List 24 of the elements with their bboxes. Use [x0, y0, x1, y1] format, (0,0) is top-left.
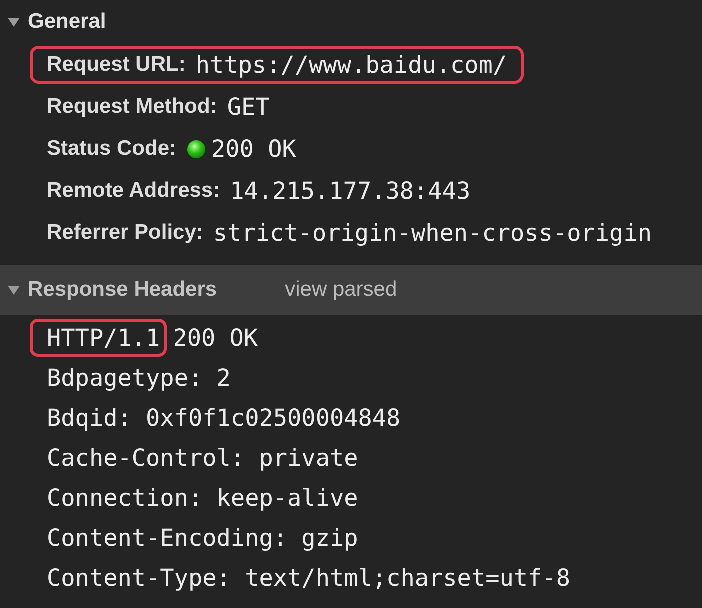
- header-line: Content-Type: text/html;charset=utf-8: [47, 564, 570, 592]
- protocol-text: HTTP/1.1: [30, 319, 168, 357]
- field-label: Status Code:: [47, 137, 177, 161]
- field-label: Request URL:: [47, 53, 186, 77]
- header-line: Cache-Control: private: [47, 444, 358, 472]
- field-value: https://www.baidu.com/: [196, 51, 508, 79]
- field-value: 14.215.177.38:443: [230, 177, 471, 205]
- section-title[interactable]: Response Headers: [28, 278, 218, 302]
- field-value: strict-origin-when-cross-origin: [213, 219, 652, 247]
- header-line: Content-Encoding: gzip: [47, 524, 358, 552]
- status-text: 200 OK: [173, 324, 258, 352]
- header-line: Connection: keep-alive: [47, 484, 358, 512]
- status-dot-icon: [186, 140, 206, 158]
- field-label: Remote Address:: [47, 179, 220, 203]
- collapse-triangle-icon[interactable]: [8, 284, 20, 296]
- view-parsed-link[interactable]: view parsed: [285, 278, 398, 302]
- header-line: Bdpagetype: 2: [47, 364, 231, 392]
- collapse-triangle-icon[interactable]: [8, 16, 20, 28]
- header-line: Bdqid: 0xf0f1c02500004848: [47, 404, 401, 432]
- field-value: 200 OK: [212, 135, 296, 163]
- field-value: GET: [227, 93, 270, 121]
- field-label: Request Method:: [47, 95, 218, 119]
- field-label: Referrer Policy:: [47, 221, 204, 245]
- section-title[interactable]: General: [28, 10, 106, 34]
